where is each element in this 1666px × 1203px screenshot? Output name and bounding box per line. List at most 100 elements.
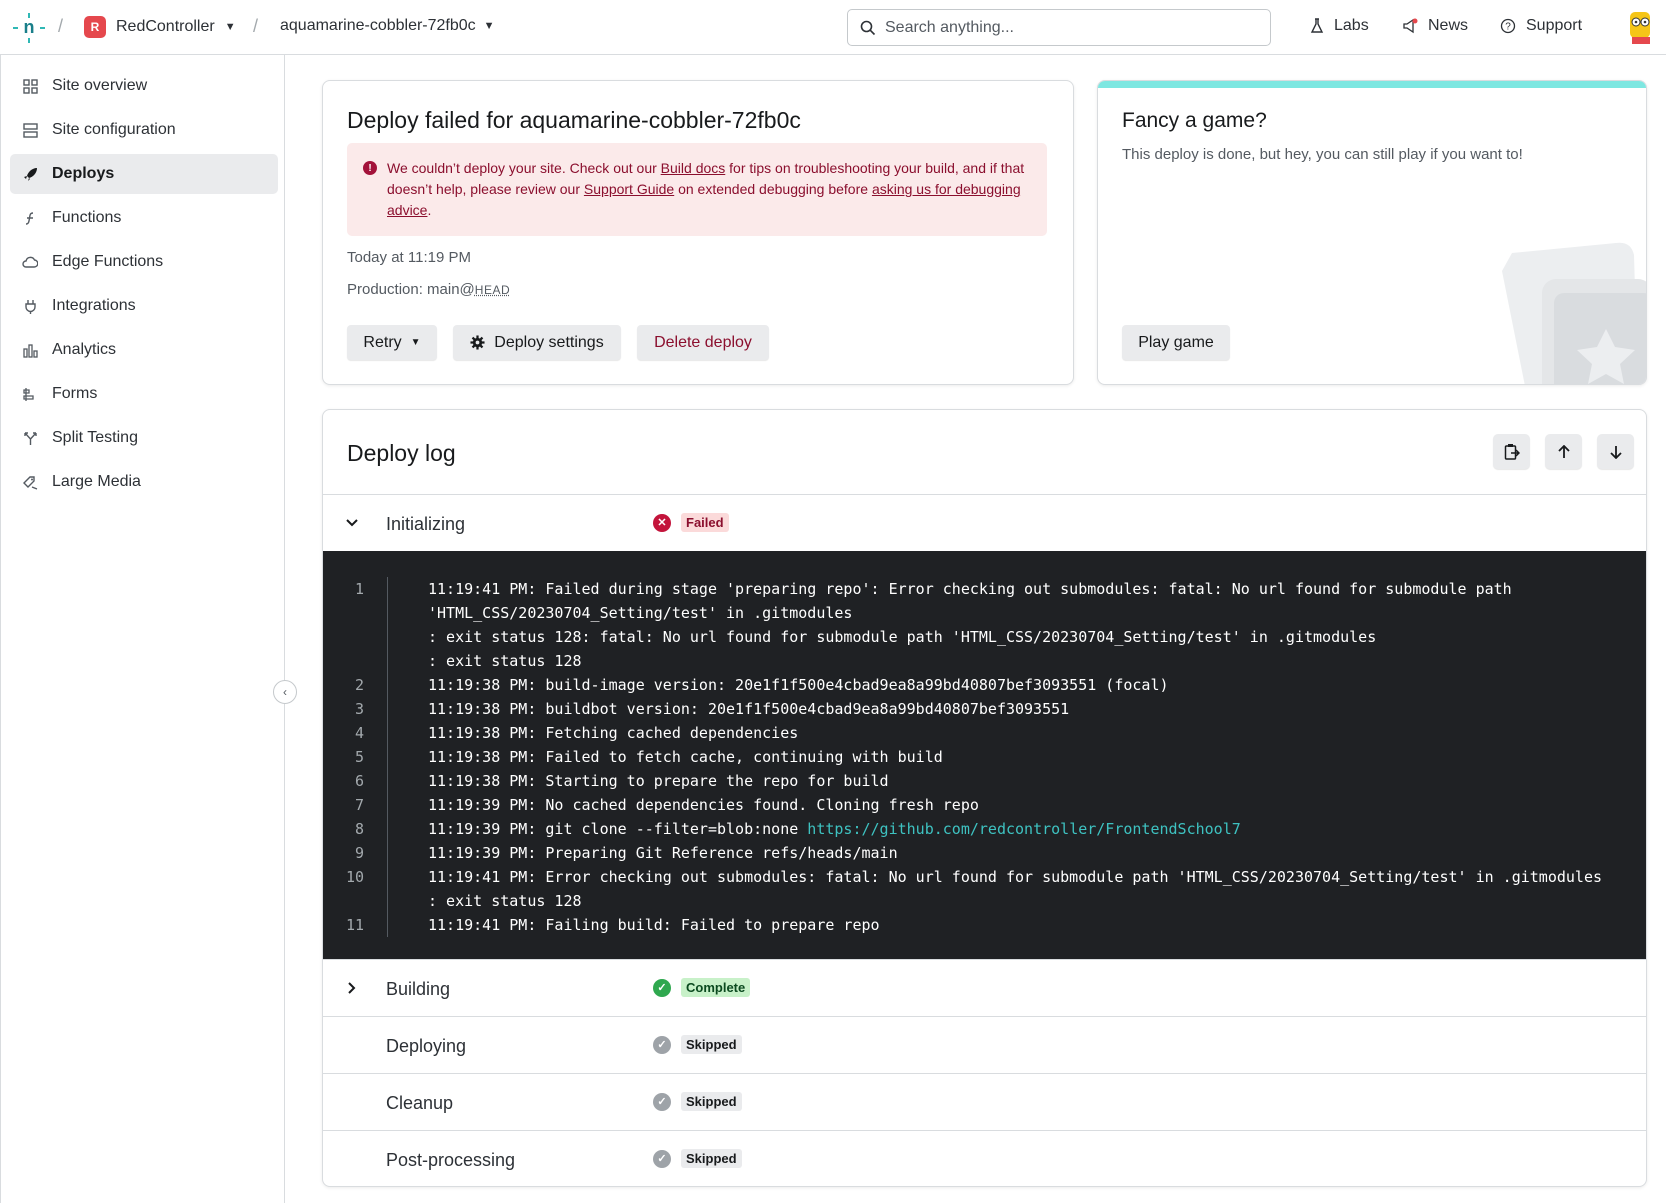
- line-number: 2: [323, 673, 388, 697]
- sidebar-item-label: Deploys: [52, 165, 115, 182]
- stage-status: ✓ Complete: [653, 978, 751, 997]
- sidebar-item-site-configuration[interactable]: Site configuration: [10, 110, 278, 150]
- sidebar-item-functions[interactable]: Functions: [10, 198, 278, 238]
- breadcrumb-separator: /: [58, 16, 64, 36]
- user-avatar[interactable]: [1624, 10, 1658, 44]
- stage-status: ✓ Skipped: [653, 1092, 742, 1111]
- log-line: 6 11:19:38 PM: Starting to prepare the r…: [323, 769, 1646, 793]
- stage-status: ✓ Skipped: [653, 1035, 742, 1054]
- game-title: Fancy a game?: [1122, 109, 1267, 132]
- sidebar-item-label: Analytics: [52, 341, 117, 358]
- log-line: 8 11:19:39 PM: git clone --filter=blob:n…: [323, 817, 1646, 841]
- scroll-to-top-button[interactable]: [1545, 434, 1582, 469]
- chevron-down-icon[interactable]: [343, 514, 361, 532]
- split-icon: [22, 430, 38, 446]
- bar-chart-icon: [22, 342, 38, 358]
- production-label: Production: main@: [347, 281, 475, 298]
- log-stage-initializing[interactable]: Initializing ✕ Failed: [323, 494, 1646, 551]
- site-name: aquamarine-cobbler-72fb0c: [280, 17, 476, 34]
- stage-status: ✓ Skipped: [653, 1149, 742, 1168]
- arrow-down-icon: [1609, 445, 1622, 459]
- deploy-summary-card: Deploy failed for aquamarine-cobbler-72f…: [322, 80, 1074, 385]
- breadcrumb-separator: /: [253, 16, 259, 36]
- sidebar-item-split-testing[interactable]: Split Testing: [10, 418, 278, 458]
- deploy-log-card: Deploy log Initializing ✕ Failed 1 11:19…: [322, 409, 1647, 1187]
- megaphone-icon: [1403, 18, 1418, 34]
- collapse-sidebar-button[interactable]: ‹: [273, 680, 297, 704]
- function-icon: [22, 210, 38, 226]
- sidebar-item-integrations[interactable]: Integrations: [10, 286, 278, 326]
- sidebar-item-edge-functions[interactable]: Edge Functions: [10, 242, 278, 282]
- sidebar-item-label: Forms: [52, 385, 98, 402]
- news-label: News: [1428, 17, 1469, 34]
- log-stage-post-processing: Post-processing ✓ Skipped: [323, 1130, 1646, 1186]
- log-text: 11:19:38 PM: Fetching cached dependencie…: [428, 724, 799, 742]
- line-number: 5: [323, 745, 388, 769]
- build-docs-link[interactable]: Build docs: [661, 160, 726, 176]
- sidebar-item-label: Integrations: [52, 297, 136, 314]
- support-link[interactable]: ? Support: [1500, 17, 1582, 35]
- status-badge: Failed: [681, 513, 729, 532]
- stage-status: ✕ Failed: [653, 513, 729, 532]
- scroll-to-bottom-button[interactable]: [1597, 434, 1634, 469]
- search-box[interactable]: [847, 9, 1271, 46]
- retry-button[interactable]: Retry ▼: [347, 325, 437, 360]
- form-icon: [22, 386, 38, 402]
- deploy-log-title: Deploy log: [347, 440, 456, 466]
- failed-icon: ✕: [653, 513, 671, 532]
- play-game-button[interactable]: Play game: [1122, 325, 1230, 360]
- log-text: 11:19:41 PM: Error checking out submodul…: [428, 868, 1602, 910]
- check-circle-icon: ✓: [653, 978, 671, 997]
- news-link[interactable]: News: [1402, 17, 1468, 35]
- line-number: 4: [323, 721, 388, 745]
- status-badge: Skipped: [681, 1149, 742, 1168]
- sidebar-item-label: Functions: [52, 209, 122, 226]
- edge-function-icon: [22, 254, 38, 270]
- alert-text: We couldn’t deploy your site. Check out …: [387, 160, 661, 176]
- check-circle-icon: ✓: [653, 1149, 671, 1168]
- deploy-production-ref: Production: main@HEAD: [347, 281, 510, 298]
- stage-name: Cleanup: [386, 1093, 454, 1113]
- team-switcher[interactable]: R RedController ▼: [84, 16, 236, 38]
- deploy-time: Today at 11:19 PM: [347, 249, 471, 266]
- log-line: 3 11:19:38 PM: buildbot version: 20e1f1f…: [323, 697, 1646, 721]
- chevron-left-icon: ‹: [283, 685, 287, 699]
- media-icon: [22, 474, 38, 490]
- commit-ref[interactable]: HEAD: [475, 283, 510, 297]
- game-card: Fancy a game? This deploy is done, but h…: [1097, 80, 1647, 385]
- deploy-settings-button[interactable]: Deploy settings: [453, 325, 621, 360]
- site-switcher[interactable]: aquamarine-cobbler-72fb0c ▼: [280, 17, 495, 35]
- svg-text:n: n: [24, 17, 35, 37]
- line-number: 3: [323, 697, 388, 721]
- netlify-logo-icon[interactable]: n: [12, 11, 46, 45]
- labs-link[interactable]: Labs: [1310, 17, 1369, 35]
- line-number: 9: [323, 841, 388, 865]
- log-text: 11:19:39 PM: Preparing Git Reference ref…: [428, 844, 898, 862]
- search-input[interactable]: [885, 18, 1245, 37]
- log-text: 11:19:41 PM: Failing build: Failed to pr…: [428, 916, 880, 934]
- delete-deploy-button[interactable]: Delete deploy: [637, 325, 769, 360]
- log-text: 11:19:38 PM: build-image version: 20e1f1…: [428, 676, 1169, 694]
- log-line: 4 11:19:38 PM: Fetching cached dependenc…: [323, 721, 1646, 745]
- sidebar-item-forms[interactable]: Forms: [10, 374, 278, 414]
- config-icon: [22, 122, 38, 138]
- log-line: 10 11:19:41 PM: Error checking out submo…: [323, 865, 1646, 913]
- arrow-up-icon: [1557, 444, 1570, 458]
- copy-log-button[interactable]: [1493, 434, 1530, 469]
- sidebar-item-large-media[interactable]: Large Media: [10, 462, 278, 502]
- alert-text: on extended debugging before: [674, 181, 872, 197]
- log-text: 11:19:38 PM: Starting to prepare the rep…: [428, 772, 889, 790]
- sidebar-item-analytics[interactable]: Analytics: [10, 330, 278, 370]
- support-guide-link[interactable]: Support Guide: [584, 181, 674, 197]
- chevron-down-icon: ▼: [483, 20, 495, 32]
- repo-link[interactable]: https://github.com/redcontroller/Fronten…: [807, 820, 1240, 838]
- sidebar-item-deploys[interactable]: Deploys: [10, 154, 278, 194]
- log-text: 11:19:38 PM: Failed to fetch cache, cont…: [428, 748, 943, 766]
- log-text: 11:19:39 PM: git clone --filter=blob:non…: [428, 820, 1241, 838]
- log-stage-building[interactable]: Building ✓ Complete: [323, 959, 1646, 1016]
- chevron-right-icon[interactable]: [343, 979, 361, 997]
- status-badge: Skipped: [681, 1092, 742, 1111]
- sidebar-item-site-overview[interactable]: Site overview: [10, 66, 278, 106]
- line-number: 1: [323, 577, 388, 673]
- sidebar-item-label: Split Testing: [52, 429, 138, 446]
